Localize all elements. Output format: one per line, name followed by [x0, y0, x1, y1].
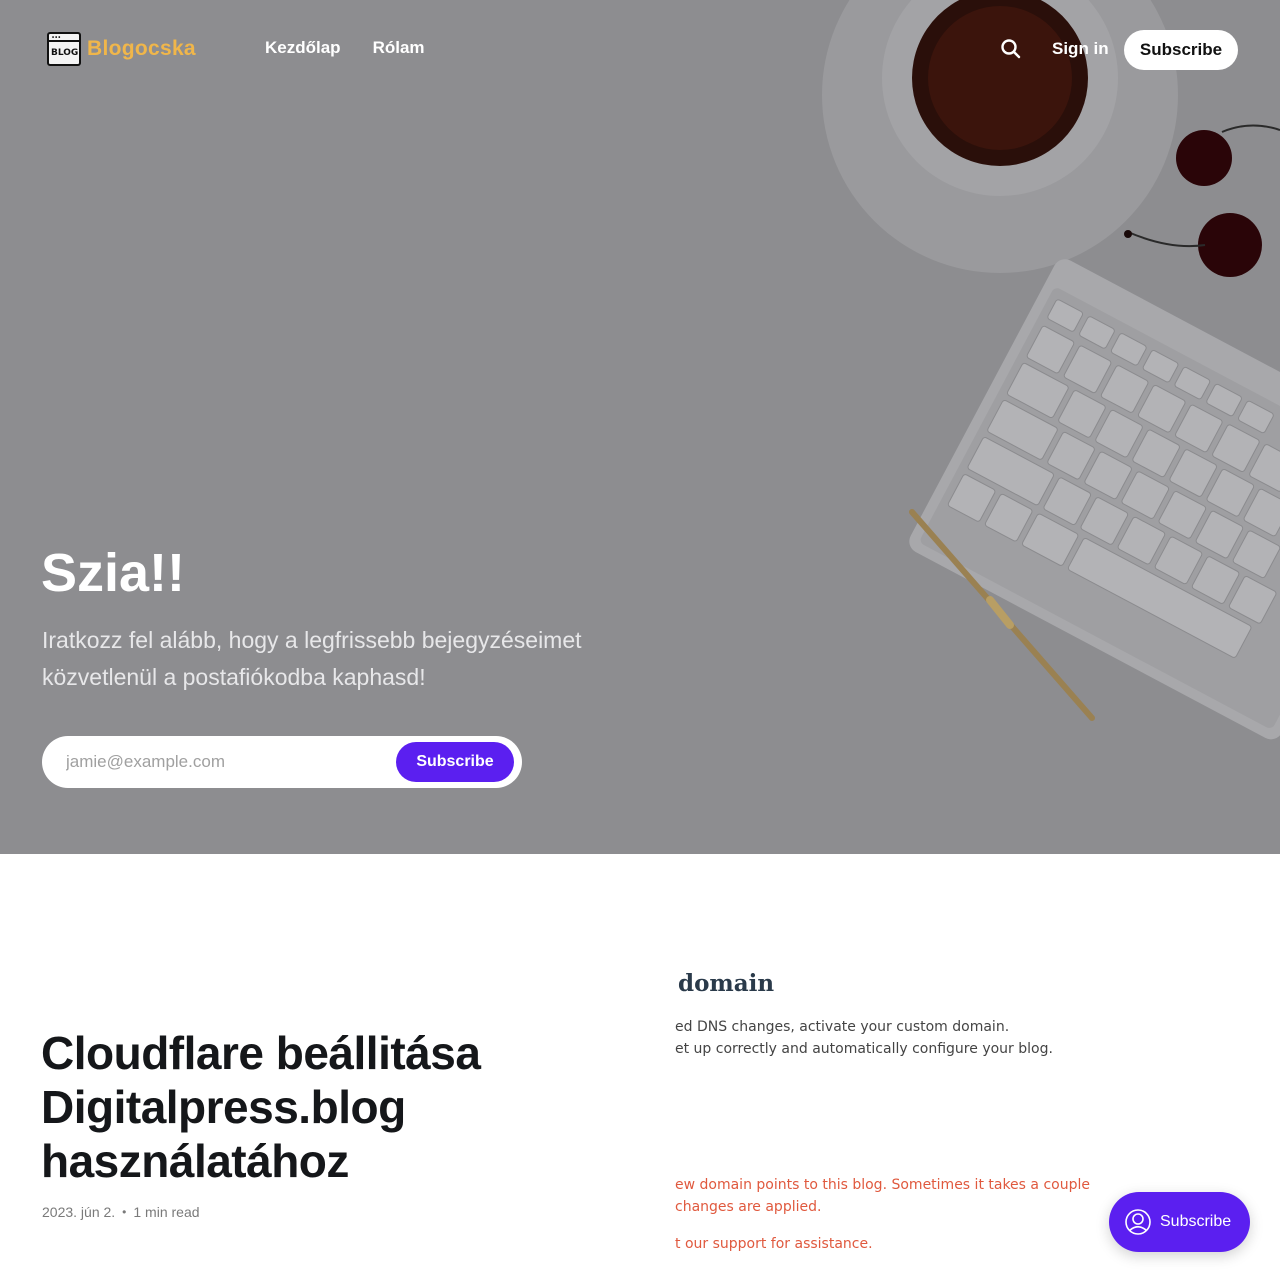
image-text-line: et up correctly and automatically config…	[675, 1041, 1053, 1057]
image-warning-line: changes are applied.	[675, 1199, 822, 1215]
post-read-time: 1 min read	[133, 1204, 200, 1220]
hero-subtitle: Iratkozz fel alább, hogy a legfrissebb b…	[42, 627, 582, 690]
image-heading: domain	[678, 970, 775, 997]
site-logo[interactable]: ••• BLOG Blogocska	[47, 32, 196, 66]
subscribe-form: Subscribe	[42, 736, 522, 788]
hero-background-image	[0, 0, 1280, 854]
post-meta: 2023. jún 2. • 1 min read	[42, 1204, 200, 1220]
subscribe-button[interactable]: Subscribe	[396, 742, 514, 782]
portal-label: Subscribe	[1160, 1213, 1232, 1230]
site-header: ••• BLOG Blogocska Kezdőlap Rólam Sign i…	[0, 0, 1280, 100]
image-warning-line: t our support for assistance.	[675, 1236, 873, 1252]
portal-subscribe-button[interactable]: Subscribe	[1109, 1192, 1250, 1252]
image-warning-line: ew domain points to this blog. Sometimes…	[675, 1177, 1090, 1193]
nav-item-rolam[interactable]: Rólam	[373, 38, 425, 58]
hero-title: Szia!!	[41, 543, 186, 603]
email-input[interactable]	[66, 750, 396, 774]
image-text-line: ed DNS changes, activate your custom dom…	[675, 1019, 1010, 1035]
header-subscribe-button[interactable]: Subscribe	[1124, 30, 1238, 70]
post-date: 2023. jún 2.	[42, 1204, 116, 1220]
sign-in-link[interactable]: Sign in	[1052, 39, 1109, 59]
post-title[interactable]: Cloudflare beállitása Digitalpress.blog …	[41, 1026, 601, 1188]
main-nav: Kezdőlap Rólam	[265, 38, 425, 58]
meta-separator: •	[122, 1205, 127, 1219]
hero-section	[0, 0, 1280, 854]
user-icon	[1125, 1209, 1151, 1235]
nav-item-kezdolap[interactable]: Kezdőlap	[265, 38, 341, 58]
logo-icon: ••• BLOG	[47, 32, 81, 66]
logo-text: Blogocska	[87, 37, 196, 60]
search-icon[interactable]	[999, 37, 1023, 61]
